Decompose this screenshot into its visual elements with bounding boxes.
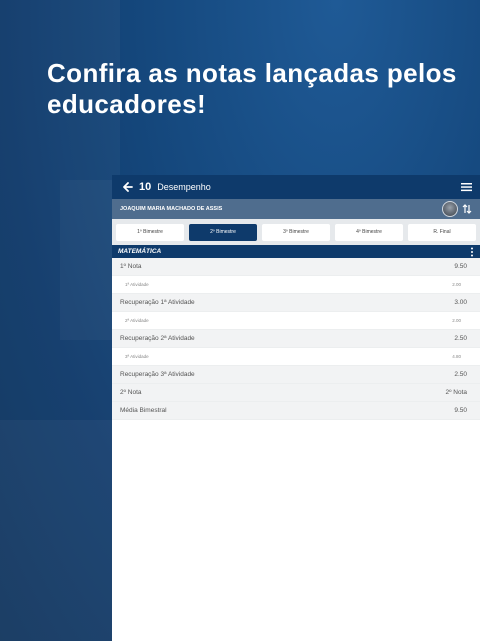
grade-value: 2º Nota bbox=[445, 389, 467, 396]
arrow-left-icon[interactable] bbox=[120, 180, 134, 194]
activity-label: 2ª Atividade bbox=[125, 318, 149, 323]
grade-value: 2.50 bbox=[454, 335, 467, 342]
tab-1-bimestre[interactable]: 1º Bimestre bbox=[116, 223, 184, 241]
grade-value: 3.00 bbox=[454, 299, 467, 306]
grade-label: 1º Nota bbox=[120, 263, 142, 270]
activity-row: 2ª Atividade 2.00 bbox=[112, 312, 480, 330]
grade-label: Recuperação 2ª Atividade bbox=[120, 335, 195, 342]
average-value: 9.50 bbox=[454, 407, 467, 414]
activity-value: 4.80 bbox=[452, 354, 461, 359]
grade-value: 9.50 bbox=[454, 263, 467, 270]
app-logo: 10 bbox=[139, 181, 152, 193]
subject-name: MATEMÁTICA bbox=[118, 248, 162, 255]
grade-value: 2.50 bbox=[454, 371, 467, 378]
student-name: JOAQUIM MARIA MACHADO DE ASSIS bbox=[120, 206, 223, 212]
avatar[interactable] bbox=[442, 201, 458, 217]
activity-value: 2.00 bbox=[452, 318, 461, 323]
grade-row: Recuperação 2ª Atividade 2.50 bbox=[112, 330, 480, 348]
background-tile bbox=[60, 180, 112, 340]
grade-row: Recuperação 1ª Atividade 3.00 bbox=[112, 294, 480, 312]
grade-row: 1º Nota 9.50 bbox=[112, 258, 480, 276]
page-title: Desempenho bbox=[157, 182, 211, 192]
tab-2-bimestre[interactable]: 2º Bimestre bbox=[189, 223, 257, 241]
subject-header: MATEMÁTICA bbox=[112, 245, 480, 258]
activity-row: 3ª Atividade 4.80 bbox=[112, 348, 480, 366]
average-label: Média Bimestral bbox=[120, 407, 167, 414]
swap-vertical-icon[interactable] bbox=[462, 203, 472, 215]
app-screen: 10 Desempenho JOAQUIM MARIA MACHADO DE A… bbox=[112, 175, 480, 641]
hamburger-menu-icon[interactable] bbox=[461, 182, 472, 192]
grade-row: Recuperação 3ª Atividade 2.50 bbox=[112, 366, 480, 384]
activity-value: 2.00 bbox=[452, 282, 461, 287]
headline: Confira as notas lançadas pelos educador… bbox=[47, 58, 457, 119]
term-tabs: 1º Bimestre 2º Bimestre 3º Bimestre 4º B… bbox=[112, 219, 480, 245]
grade-row: 2º Nota 2º Nota bbox=[112, 384, 480, 402]
grade-label: Recuperação 1ª Atividade bbox=[120, 299, 195, 306]
student-bar: JOAQUIM MARIA MACHADO DE ASSIS bbox=[112, 199, 480, 219]
tab-recuperacao-final[interactable]: R. Final bbox=[408, 223, 476, 241]
activity-label: 1ª Atividade bbox=[125, 282, 149, 287]
background-tile bbox=[0, 420, 112, 641]
average-row: Média Bimestral 9.50 bbox=[112, 402, 480, 420]
app-header: 10 Desempenho bbox=[112, 175, 480, 199]
more-vertical-icon[interactable] bbox=[470, 247, 474, 257]
grade-label: 2º Nota bbox=[120, 389, 142, 396]
tab-3-bimestre[interactable]: 3º Bimestre bbox=[262, 223, 330, 241]
activity-row: 1ª Atividade 2.00 bbox=[112, 276, 480, 294]
tab-4-bimestre[interactable]: 4º Bimestre bbox=[335, 223, 403, 241]
grade-label: Recuperação 3ª Atividade bbox=[120, 371, 195, 378]
activity-label: 3ª Atividade bbox=[125, 354, 149, 359]
